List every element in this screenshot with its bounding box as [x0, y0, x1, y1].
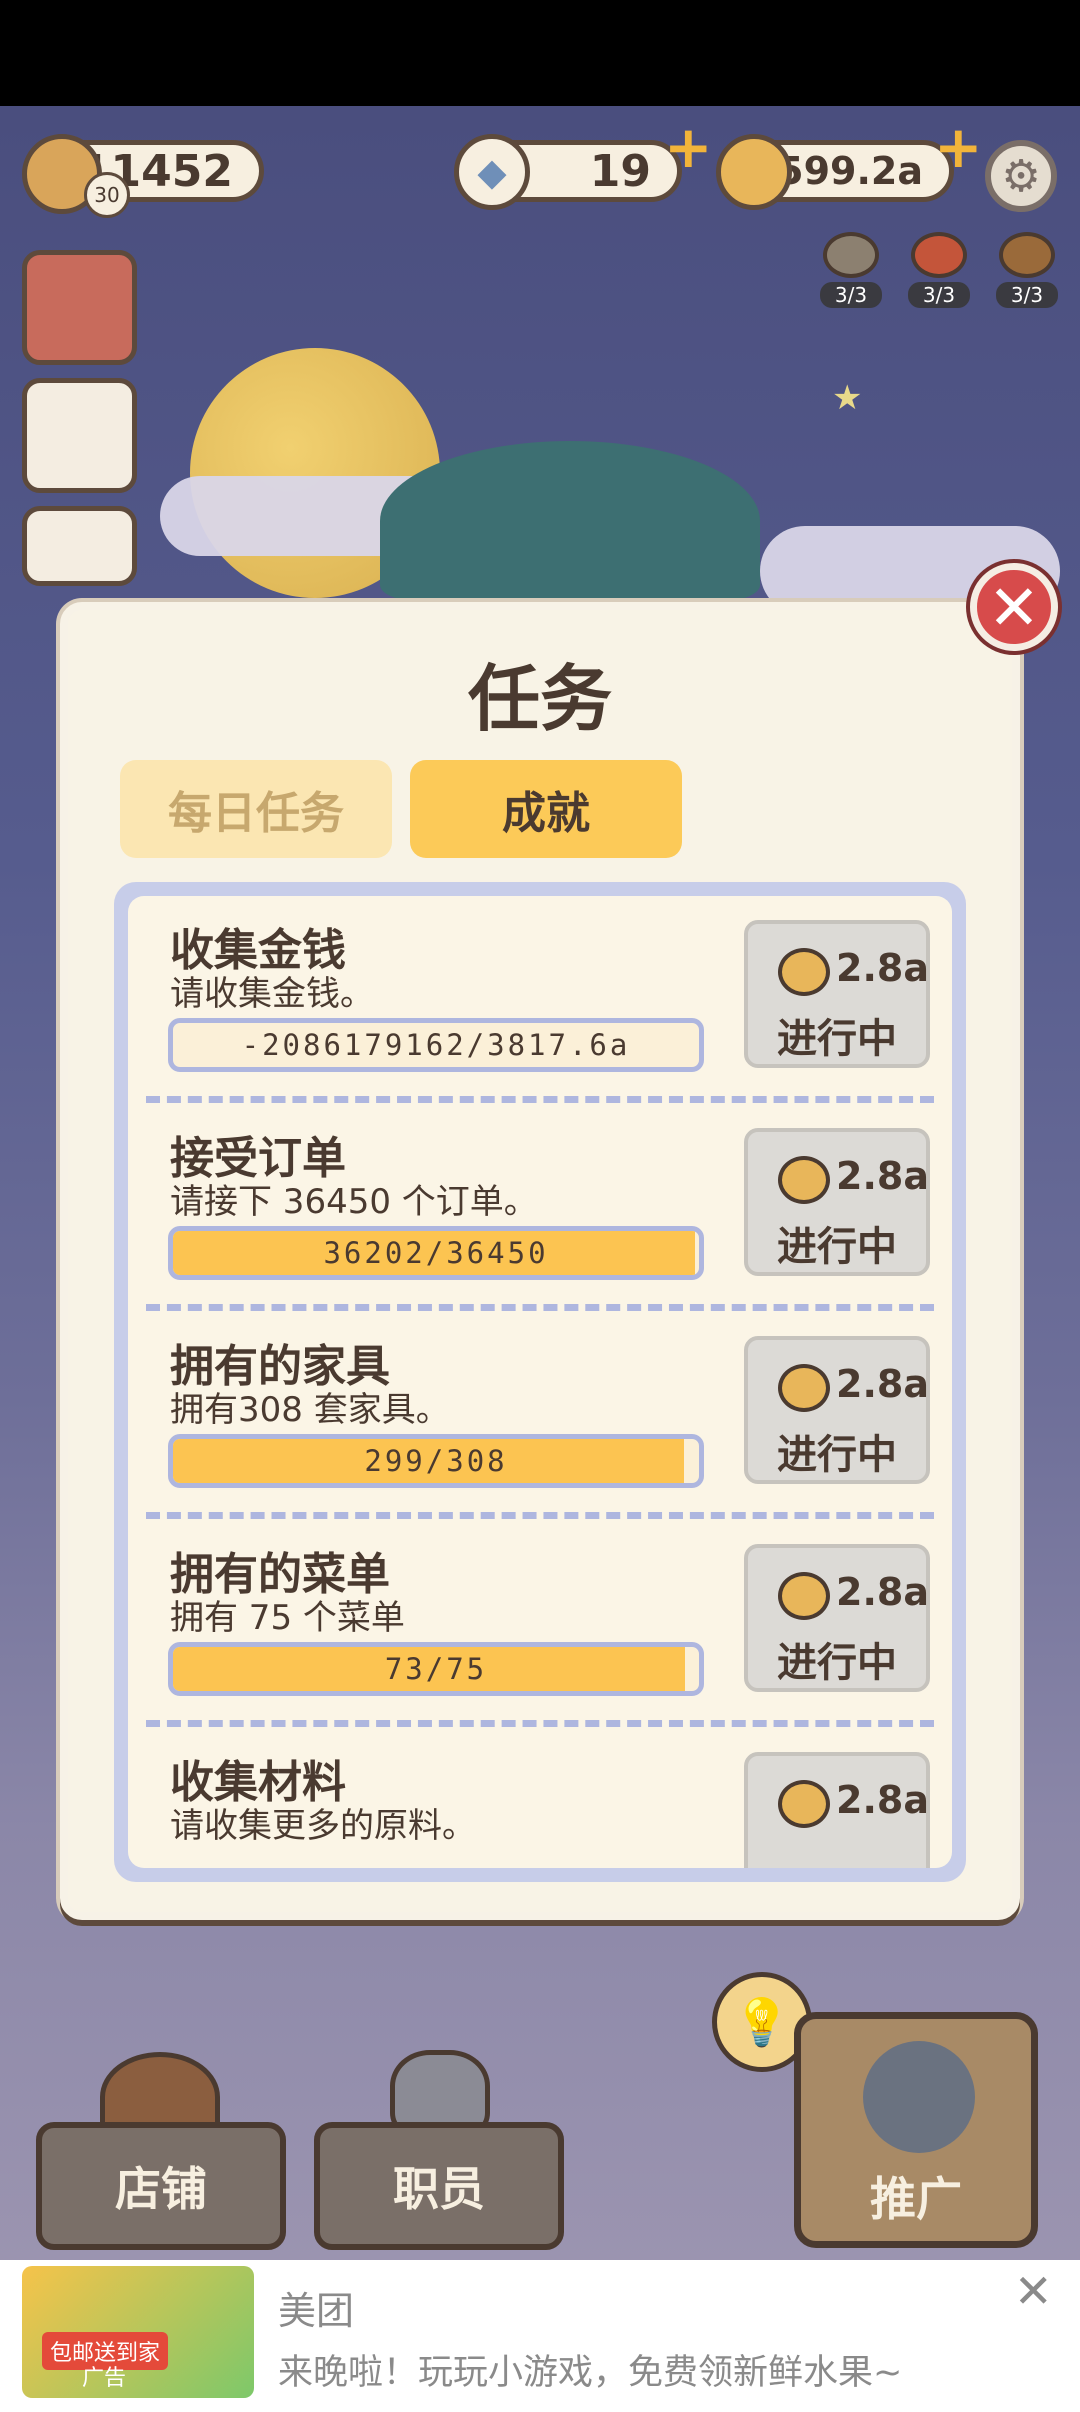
- task-list-inner: 收集金钱 请收集金钱。 -2086179162/3817.6a 2.8a 进行中…: [128, 896, 952, 1868]
- task-desc: 拥有 75 个菜单: [170, 1598, 405, 1638]
- diamond-value: 19: [589, 145, 651, 197]
- star-icon: ★: [832, 378, 863, 418]
- coin-icon: [778, 1572, 830, 1620]
- staff-button-label: 职员: [393, 2162, 485, 2216]
- reward-button[interactable]: 2.8a 进行中: [744, 1544, 930, 1692]
- reward-button[interactable]: 2.8a 进行中: [744, 1128, 930, 1276]
- promote-button[interactable]: 推广: [794, 2012, 1038, 2248]
- resource-drumstick[interactable]: 3/3: [996, 232, 1058, 322]
- ad-close-icon[interactable]: ✕: [1014, 2264, 1053, 2318]
- list-item: 拥有的家具 拥有308 套家具。 299/308 2.8a 进行中: [128, 1312, 952, 1520]
- task-desc: 请收集金钱。: [170, 974, 374, 1014]
- close-button[interactable]: ✕: [970, 563, 1058, 651]
- calendar-icon[interactable]: [22, 506, 137, 586]
- ad-label: 广告: [82, 2366, 127, 2391]
- progress-label: 73/75: [384, 1652, 488, 1686]
- task-desc: 请接下 36450 个订单。: [170, 1182, 538, 1222]
- coin-icon: [778, 1364, 830, 1412]
- drumstick-icon: [999, 232, 1055, 278]
- checklist-icon[interactable]: [22, 378, 137, 493]
- task-list[interactable]: 收集金钱 请收集金钱。 -2086179162/3817.6a 2.8a 进行中…: [114, 882, 966, 1882]
- reward-amount: 2.8a: [836, 1570, 929, 1614]
- coin-icon: [778, 948, 830, 996]
- divider: [146, 1304, 934, 1311]
- list-item: 拥有的菜单 拥有 75 个菜单 73/75 2.8a 进行中: [128, 1520, 952, 1728]
- list-item: 收集金钱 请收集金钱。 -2086179162/3817.6a 2.8a 进行中: [128, 896, 952, 1104]
- shop-stall-icon[interactable]: [22, 250, 137, 365]
- shop-button-label: 店铺: [115, 2162, 207, 2216]
- level-badge: 30: [84, 172, 130, 218]
- tasks-modal: 任务 每日任务 成就 收集金钱 请收集金钱。 -2086179162/3817.…: [60, 602, 1020, 1920]
- resource-count: 3/3: [908, 282, 970, 308]
- diamond-icon: ◆: [454, 134, 530, 210]
- reward-amount: 2.8a: [836, 946, 929, 990]
- progress-bar: 73/75: [168, 1642, 704, 1696]
- add-coins-button[interactable]: +: [934, 118, 983, 176]
- resource-mushroom[interactable]: 3/3: [820, 232, 882, 322]
- task-desc: 请收集更多的原料。: [170, 1806, 476, 1846]
- progress-bar: -2086179162/3817.6a: [168, 1018, 704, 1072]
- ad-thumbnail[interactable]: 包邮送到家 广告: [22, 2266, 254, 2398]
- chef-icon: [863, 2041, 975, 2153]
- level-value: 30: [94, 183, 120, 207]
- divider: [146, 1512, 934, 1519]
- fire-icon: [911, 232, 967, 278]
- tab-achievements[interactable]: 成就: [410, 760, 682, 858]
- progress-bar: 36202/36450: [168, 1226, 704, 1280]
- coin-icon: [778, 1780, 830, 1828]
- progress-label: 299/308: [364, 1444, 508, 1478]
- reward-status: 进行中: [777, 1016, 897, 1062]
- list-item: 收集材料 请收集更多的原料。 2.8a: [128, 1728, 952, 1868]
- promote-button-label: 推广: [870, 2172, 962, 2226]
- resource-count: 3/3: [996, 282, 1058, 308]
- ad-banner[interactable]: 包邮送到家 广告 美团 来晚啦！玩玩小游戏，免费领新鲜水果~: [0, 2260, 1080, 2412]
- coin-icon: [778, 1156, 830, 1204]
- progress-label: 36202/36450: [323, 1236, 549, 1270]
- mushroom-icon: [823, 232, 879, 278]
- list-item: 接受订单 请接下 36450 个订单。 36202/36450 2.8a 进行中: [128, 1104, 952, 1312]
- ad-text: 来晚啦！玩玩小游戏，免费领新鲜水果~: [278, 2353, 903, 2393]
- reward-amount: 2.8a: [836, 1362, 929, 1406]
- progress-label: -2086179162/3817.6a: [241, 1028, 631, 1062]
- status-bar: [0, 0, 1080, 106]
- tab-daily-tasks[interactable]: 每日任务: [120, 760, 392, 858]
- coin-icon: [716, 134, 792, 210]
- ad-brand: 美团: [278, 2289, 355, 2333]
- task-desc: 拥有308 套家具。: [170, 1390, 450, 1430]
- settings-gear-icon[interactable]: ⚙: [985, 140, 1057, 212]
- add-diamonds-button[interactable]: +: [664, 118, 713, 176]
- reward-status: 进行中: [777, 1432, 897, 1478]
- resource-fire[interactable]: 3/3: [908, 232, 970, 322]
- staff-button[interactable]: 职员: [314, 2122, 564, 2250]
- divider: [146, 1096, 934, 1103]
- progress-bar: 299/308: [168, 1434, 704, 1488]
- resource-count: 3/3: [820, 282, 882, 308]
- shop-button[interactable]: 店铺: [36, 2122, 286, 2250]
- reward-status: 进行中: [777, 1224, 897, 1270]
- reward-amount: 2.8a: [836, 1778, 929, 1822]
- divider: [146, 1720, 934, 1727]
- reward-button[interactable]: 2.8a 进行中: [744, 1336, 930, 1484]
- palm-tree: [380, 441, 760, 601]
- reward-button[interactable]: 2.8a: [744, 1752, 930, 1868]
- reward-amount: 2.8a: [836, 1154, 929, 1198]
- reward-button[interactable]: 2.8a 进行中: [744, 920, 930, 1068]
- modal-title: 任务: [467, 657, 612, 741]
- reward-status: 进行中: [777, 1640, 897, 1686]
